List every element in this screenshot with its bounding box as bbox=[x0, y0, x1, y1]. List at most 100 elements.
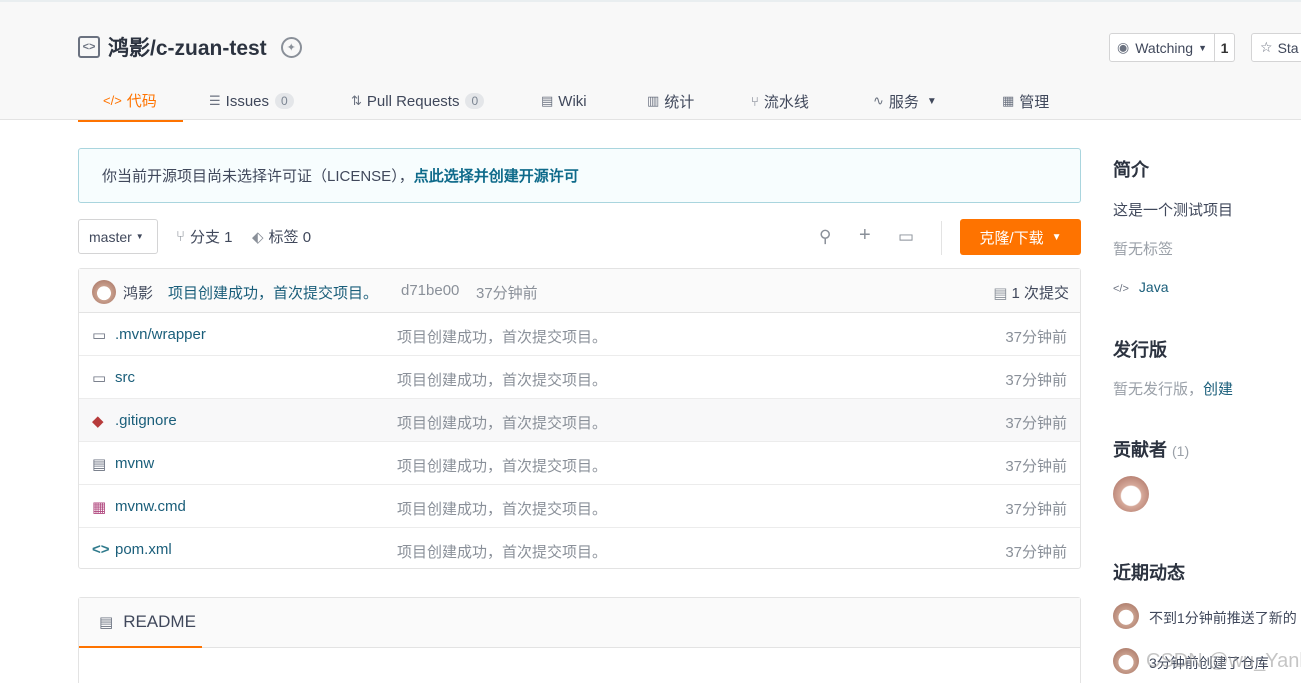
contributors-count: (1) bbox=[1172, 443, 1190, 459]
file-row[interactable]: ▤ mvnw 项目创建成功，首次提交项目。 37分钟前 bbox=[79, 442, 1080, 485]
tab-wiki[interactable]: ▤ Wiki bbox=[541, 80, 587, 122]
file-commit-time: 37分钟前 bbox=[1005, 501, 1067, 518]
file-commit-time: 37分钟前 bbox=[1005, 372, 1067, 389]
release-text: 暂无发行版， bbox=[1113, 381, 1204, 398]
file-commit-time: 37分钟前 bbox=[1005, 329, 1067, 346]
readme-header: ▤ README bbox=[79, 598, 1080, 648]
file-name[interactable]: mvnw.cmd bbox=[115, 498, 186, 515]
file-commit-time: 37分钟前 bbox=[1005, 415, 1067, 432]
file-row[interactable]: <> pom.xml 项目创建成功，首次提交项目。 37分钟前 bbox=[79, 528, 1080, 571]
watch-button[interactable]: ◉ Watching ▼ bbox=[1109, 33, 1215, 62]
tab-issues[interactable]: ☰ Issues 0 bbox=[209, 80, 294, 122]
release-info: 暂无发行版，创建 bbox=[1113, 378, 1233, 399]
readme-tab[interactable]: ▤ README bbox=[79, 598, 202, 648]
release-title: 发行版 bbox=[1113, 340, 1167, 360]
caret-down-icon: ▼ bbox=[926, 95, 937, 107]
file-row[interactable]: ▦ mvnw.cmd 项目创建成功，首次提交项目。 37分钟前 bbox=[79, 485, 1080, 528]
tab-manage[interactable]: ▦ 管理 bbox=[1002, 80, 1049, 122]
badge-icon[interactable]: ✦ bbox=[280, 36, 302, 58]
file-name[interactable]: .mvn/wrapper bbox=[115, 326, 206, 343]
file-name[interactable]: mvnw bbox=[115, 455, 154, 472]
issues-count: 0 bbox=[275, 93, 294, 109]
caret-down-icon: ▼ bbox=[1051, 231, 1062, 243]
watermark: CSDN @wu_Yank bbox=[1146, 650, 1301, 672]
activity-title: 近期动态 bbox=[1113, 563, 1185, 583]
monitor-icon[interactable]: ▭ bbox=[898, 227, 914, 247]
file-name[interactable]: .gitignore bbox=[115, 412, 177, 429]
tab-label: 管理 bbox=[1019, 93, 1050, 111]
file-name[interactable]: pom.xml bbox=[115, 541, 172, 558]
activity-item[interactable]: 不到1分钟前推送了新的 bbox=[1149, 608, 1297, 628]
file-row[interactable]: ◆ .gitignore 项目创建成功，首次提交项目。 37分钟前 bbox=[79, 399, 1080, 442]
file-commit-message[interactable]: 项目创建成功，首次提交项目。 bbox=[397, 326, 607, 347]
tab-pull-requests[interactable]: ⇅ Pull Requests 0 bbox=[351, 80, 485, 122]
code-icon: </> bbox=[1113, 283, 1129, 295]
commit-hash[interactable]: d71be00 bbox=[401, 282, 459, 299]
file-commit-time: 37分钟前 bbox=[1005, 544, 1067, 561]
file-commit-message[interactable]: 项目创建成功，首次提交项目。 bbox=[397, 498, 607, 519]
language-link[interactable]: </> Java bbox=[1113, 279, 1168, 295]
release-create-link[interactable]: 创建 bbox=[1203, 381, 1233, 398]
file-name[interactable]: src bbox=[115, 369, 135, 386]
tab-label: 服务 bbox=[888, 93, 919, 111]
file-table: 鸿影 项目创建成功，首次提交项目。 d71be00 37分钟前 ▤ 1 次提交 ▭… bbox=[78, 268, 1081, 569]
readme-panel: ▤ README bbox=[78, 597, 1081, 683]
tab-label: 代码 bbox=[126, 92, 157, 110]
tab-label: 统计 bbox=[664, 93, 695, 111]
commit-message[interactable]: 项目创建成功，首次提交项目。 bbox=[168, 282, 378, 303]
commit-count: 1 次提交 bbox=[1011, 285, 1069, 302]
tab-label: Wiki bbox=[558, 92, 587, 110]
repo-header: <> 鸿影/c-zuan-test ✦ ◉ Watching ▼ 1 ☆ Sta… bbox=[0, 0, 1301, 122]
license-link[interactable]: 点此选择并创建开源许可 bbox=[414, 165, 579, 186]
star-label: Sta bbox=[1277, 39, 1299, 56]
avatar[interactable] bbox=[1113, 648, 1139, 674]
file-commit-message[interactable]: 项目创建成功，首次提交项目。 bbox=[397, 412, 607, 433]
eye-icon: ◉ bbox=[1117, 39, 1130, 55]
file-commit-message[interactable]: 项目创建成功，首次提交项目。 bbox=[397, 455, 607, 476]
repo-toolbar: master ▼ ⑂ 分支 1 ⬖ 标签 0 ⚲ + ▭ 克隆/下载 ▼ bbox=[78, 219, 1081, 255]
windows-icon: ▦ bbox=[92, 499, 107, 516]
git-icon: ◆ bbox=[92, 413, 104, 430]
commit-count-link[interactable]: ▤ 1 次提交 bbox=[993, 282, 1069, 303]
intro-title: 简介 bbox=[1113, 160, 1149, 180]
clone-label: 克隆/下载 bbox=[979, 229, 1044, 247]
avatar[interactable] bbox=[1113, 603, 1139, 629]
commit-author[interactable]: 鸿影 bbox=[123, 282, 153, 303]
avatar[interactable] bbox=[1113, 476, 1149, 512]
caret-down-icon: ▼ bbox=[135, 232, 144, 241]
plus-icon[interactable]: + bbox=[859, 224, 871, 247]
file-commit-message[interactable]: 项目创建成功，首次提交项目。 bbox=[397, 541, 607, 562]
file-row[interactable]: ▭ src 项目创建成功，首次提交项目。 37分钟前 bbox=[79, 356, 1080, 399]
star-icon: ☆ bbox=[1260, 39, 1273, 55]
search-icon[interactable]: ⚲ bbox=[819, 227, 831, 247]
contributors-title: 贡献者 (1) bbox=[1113, 436, 1189, 462]
branch-select[interactable]: master ▼ bbox=[78, 219, 158, 254]
issues-icon: ☰ bbox=[209, 93, 221, 108]
pulse-icon: ∿ bbox=[873, 93, 884, 108]
pull-request-icon: ⇅ bbox=[351, 93, 362, 108]
tags-link[interactable]: ⬖ 标签 0 bbox=[252, 219, 311, 254]
chart-icon: ▥ bbox=[647, 93, 660, 108]
file-commit-message[interactable]: 项目创建成功，首次提交项目。 bbox=[397, 369, 607, 390]
branch-name: master bbox=[89, 228, 132, 245]
file-commit-time: 37分钟前 bbox=[1005, 458, 1067, 475]
clone-download-button[interactable]: 克隆/下载 ▼ bbox=[960, 219, 1081, 255]
repo-name-link[interactable]: 鸿影/c-zuan-test bbox=[108, 32, 267, 62]
toolbar-divider bbox=[941, 221, 942, 255]
watch-count[interactable]: 1 bbox=[1214, 33, 1235, 62]
readme-icon: ▤ bbox=[99, 614, 114, 631]
latest-commit-row: 鸿影 项目创建成功，首次提交项目。 d71be00 37分钟前 ▤ 1 次提交 bbox=[79, 269, 1080, 313]
tab-stats[interactable]: ▥ 统计 bbox=[647, 80, 694, 122]
tab-pipeline[interactable]: ⑂ 流水线 bbox=[751, 80, 809, 122]
language-name: Java bbox=[1138, 279, 1169, 295]
file-row[interactable]: ▭ .mvn/wrapper 项目创建成功，首次提交项目。 37分钟前 bbox=[79, 313, 1080, 356]
branches-link[interactable]: ⑂ 分支 1 bbox=[176, 219, 233, 254]
repo-title: <> 鸿影/c-zuan-test ✦ bbox=[78, 32, 302, 62]
avatar[interactable] bbox=[92, 280, 116, 304]
tab-code[interactable]: </> 代码 bbox=[78, 80, 183, 122]
tab-services[interactable]: ∿ 服务 ▼ bbox=[873, 80, 937, 122]
star-button[interactable]: ☆ Sta bbox=[1251, 33, 1301, 62]
pipeline-icon: ⑂ bbox=[751, 93, 759, 109]
branch-icon: ⑂ bbox=[176, 228, 186, 245]
tags-count: 标签 0 bbox=[268, 229, 312, 246]
